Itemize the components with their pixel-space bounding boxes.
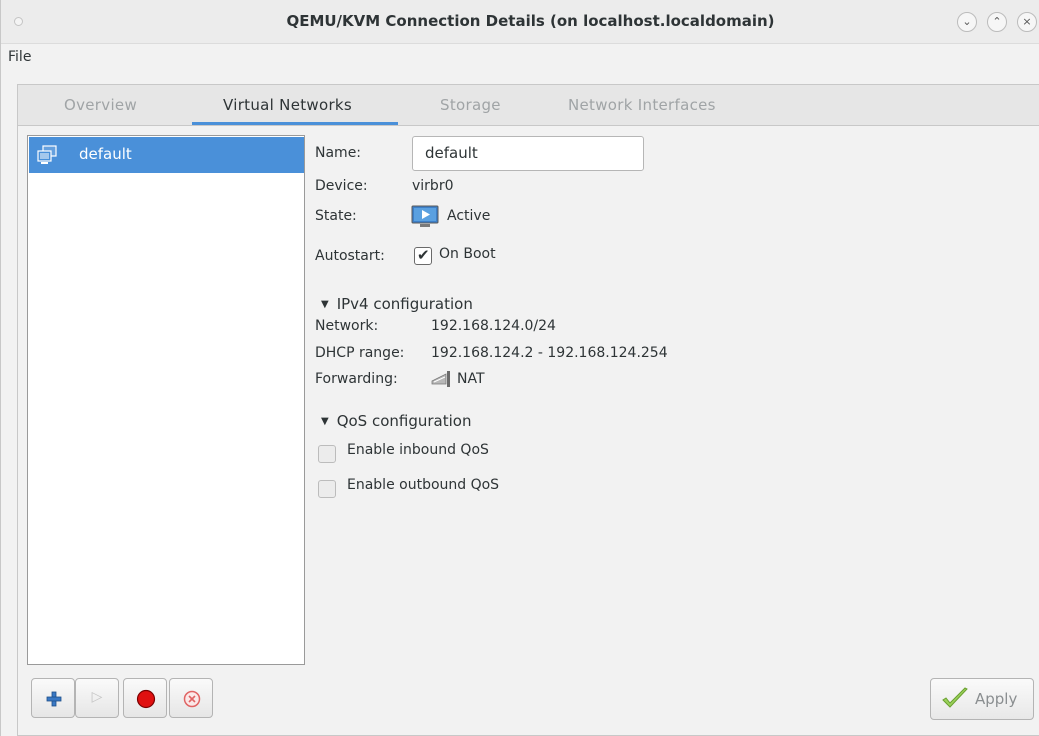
device-label: Device: xyxy=(315,178,368,194)
autostart-label: Autostart: xyxy=(315,248,385,264)
ipv4-expander[interactable]: ▼ IPv4 configuration xyxy=(321,295,473,313)
device-value: virbr0 xyxy=(412,178,454,194)
add-network-button[interactable] xyxy=(31,678,75,718)
name-field[interactable]: default xyxy=(412,136,644,171)
active-tab-indicator xyxy=(192,122,398,125)
network-list[interactable]: default xyxy=(27,135,305,665)
network-label: Network: xyxy=(315,318,379,334)
minimize-icon[interactable]: ⌄ xyxy=(957,12,977,32)
delete-icon xyxy=(183,690,201,708)
state-label: State: xyxy=(315,208,357,224)
delete-network-button[interactable] xyxy=(169,678,213,718)
network-value: 192.168.124.0/24 xyxy=(431,318,556,334)
forwarding-label: Forwarding: xyxy=(315,371,398,387)
autostart-value: On Boot xyxy=(439,246,496,262)
start-network-button[interactable]: ▷ xyxy=(75,678,119,718)
name-label: Name: xyxy=(315,145,362,161)
tab-storage[interactable]: Storage xyxy=(440,96,501,114)
apply-label: Apply xyxy=(975,690,1018,708)
autostart-checkbox[interactable] xyxy=(414,246,432,265)
list-item[interactable]: default xyxy=(29,137,304,173)
network-name: default xyxy=(79,145,132,163)
menu-file[interactable]: File xyxy=(8,49,31,65)
close-icon[interactable]: × xyxy=(1017,12,1037,32)
title-bar: QEMU/KVM Connection Details (on localhos… xyxy=(1,0,1039,44)
menubar: File xyxy=(1,45,1039,71)
outbound-qos-checkbox[interactable] xyxy=(318,480,336,498)
expand-arrow-icon: ▼ xyxy=(321,299,329,310)
qos-header: QoS configuration xyxy=(336,412,472,430)
network-icon xyxy=(37,145,57,164)
tab-bar: Overview Virtual Networks Storage Networ… xyxy=(18,85,1039,126)
dhcp-range-value: 192.168.124.2 - 192.168.124.254 xyxy=(431,345,668,361)
nat-icon xyxy=(431,371,450,387)
tab-network-interfaces[interactable]: Network Interfaces xyxy=(568,96,716,114)
tab-virtual-networks[interactable]: Virtual Networks xyxy=(223,96,352,114)
inbound-qos-checkbox[interactable] xyxy=(318,445,336,463)
stop-icon xyxy=(136,689,156,709)
inbound-qos-label: Enable inbound QoS xyxy=(347,442,489,458)
forwarding-value: NAT xyxy=(457,371,485,387)
qos-expander[interactable]: ▼ QoS configuration xyxy=(321,412,471,430)
window-title: QEMU/KVM Connection Details (on localhos… xyxy=(286,12,775,30)
expand-arrow-icon: ▼ xyxy=(321,416,329,427)
dhcp-range-label: DHCP range: xyxy=(315,345,405,361)
connection-details-window: QEMU/KVM Connection Details (on localhos… xyxy=(0,0,1039,736)
play-icon: ▷ xyxy=(91,689,103,705)
ipv4-header: IPv4 configuration xyxy=(336,295,473,313)
maximize-icon[interactable]: ⌃ xyxy=(987,12,1007,32)
outbound-qos-label: Enable outbound QoS xyxy=(347,477,500,493)
check-icon xyxy=(942,687,968,708)
stop-network-button[interactable] xyxy=(123,678,167,718)
tab-overview[interactable]: Overview xyxy=(64,96,137,114)
apply-button[interactable]: Apply xyxy=(930,678,1034,720)
state-value: Active xyxy=(447,208,491,224)
add-icon xyxy=(46,691,62,707)
state-active-icon xyxy=(411,205,439,227)
